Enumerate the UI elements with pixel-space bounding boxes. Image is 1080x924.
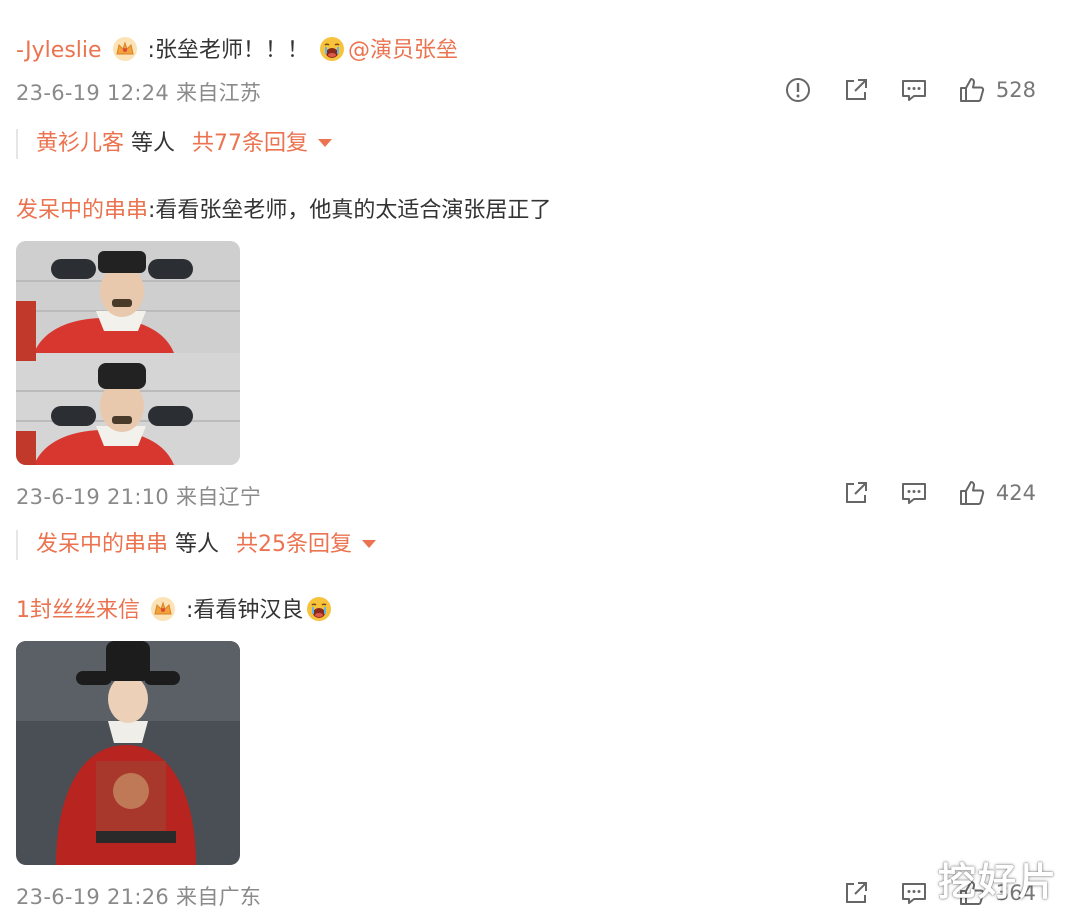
comment-button[interactable] [900,479,928,507]
share-icon [842,479,870,507]
reply-suffix: 等人 [131,131,176,156]
cry-face-icon [306,596,332,622]
reply-username[interactable]: 发呆中的串串 [36,532,168,557]
chevron-down-icon[interactable] [318,139,333,147]
comment-meta: 23-6-19 21:10 来自辽宁 [16,485,262,509]
actor-photo-image [16,641,240,865]
crown-icon [112,36,138,62]
comment-item: 1封丝丝来信 :看看钟汉良 23-6-19 21:26 来自广东 364 [16,596,1080,909]
share-button[interactable] [842,76,870,104]
watermark-logo: 挖好片 [937,860,1058,904]
like-button[interactable]: 424 [958,479,1036,507]
comment-icon [900,76,928,104]
report-button[interactable] [784,76,812,104]
comment-meta: 23-6-19 12:24 来自江苏 [16,81,262,105]
comment-icon [900,479,928,507]
comment-image[interactable] [16,641,240,865]
comment-text: :看看钟汉良 [186,598,304,623]
reply-summary[interactable]: 黄衫儿客 等人 共77条回复 [16,129,333,159]
comment-text: :张垒老师！！！ [147,38,309,63]
share-button[interactable] [842,879,870,907]
comment-actions: 528 [754,76,1036,104]
share-icon [842,879,870,907]
exclamation-circle-icon [784,76,812,104]
reply-summary[interactable]: 发呆中的串串 等人 共25条回复 [16,530,377,560]
comment-body: 发呆中的串串:看看张垒老师，他真的太适合演张居正了 [16,196,1080,226]
reply-username[interactable]: 黄衫儿客 [36,131,124,156]
chevron-down-icon[interactable] [362,540,377,548]
comment-button[interactable] [900,879,928,907]
comment-icon [900,879,928,907]
like-button[interactable]: 528 [958,76,1036,104]
actor-photo-image [16,241,240,465]
like-count: 424 [995,481,1036,505]
comment-username[interactable]: -Jyleslie [16,38,102,63]
share-icon [842,76,870,104]
cry-face-icon [319,36,345,62]
comment-meta: 23-6-19 21:26 来自广东 [16,885,262,909]
comment-body: -Jyleslie :张垒老师！！！ @演员张垒 [16,36,1080,66]
thumbs-up-icon [958,76,986,104]
share-button[interactable] [842,479,870,507]
comment-item: -Jyleslie :张垒老师！！！ @演员张垒 23-6-19 12:24 来… [16,36,1080,159]
like-count: 528 [995,78,1036,102]
crown-icon [150,596,176,622]
comment-body: 1封丝丝来信 :看看钟汉良 [16,596,1080,626]
comment-image[interactable] [16,241,240,465]
mention-link[interactable]: @演员张垒 [348,38,458,63]
comment-button[interactable] [900,76,928,104]
reply-suffix: 等人 [175,532,220,557]
comment-username[interactable]: 1封丝丝来信 [16,598,140,623]
comment-text: :看看张垒老师，他真的太适合演张居正了 [148,198,552,223]
comment-actions: 424 [812,479,1036,507]
reply-total-link[interactable]: 共25条回复 [236,532,352,557]
reply-total-link[interactable]: 共77条回复 [192,131,308,156]
comment-item: 发呆中的串串:看看张垒老师，他真的太适合演张居正了 23-6-19 21:10 … [16,196,1080,560]
thumbs-up-icon [958,479,986,507]
comment-username[interactable]: 发呆中的串串 [16,198,148,223]
